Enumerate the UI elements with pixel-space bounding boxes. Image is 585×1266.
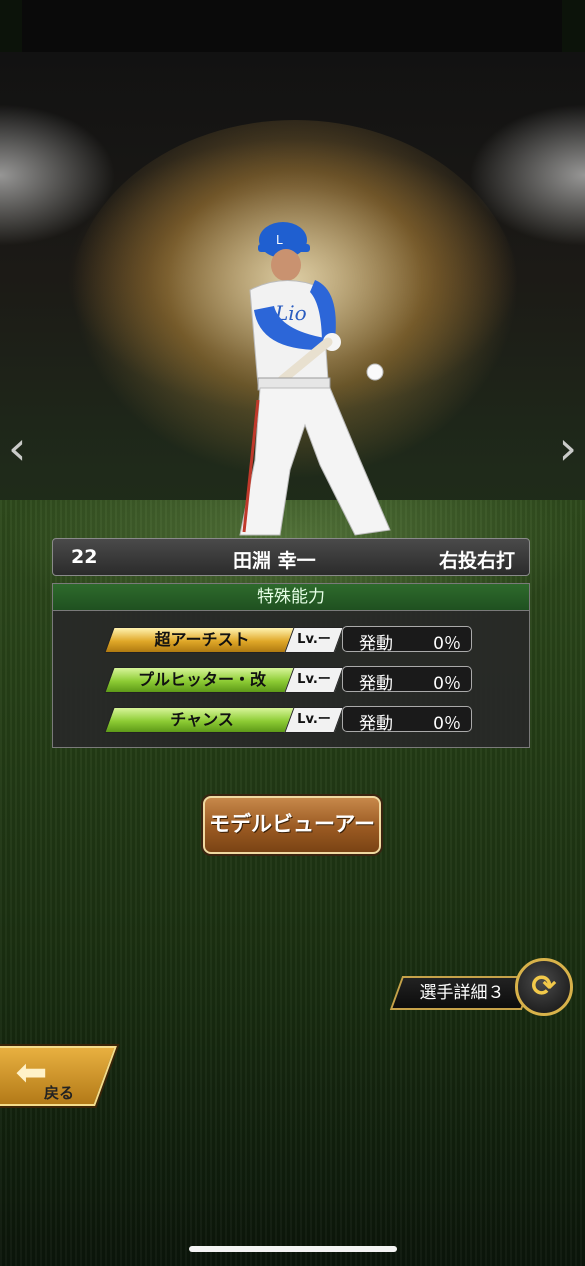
ability-name-tag: チャンス xyxy=(104,707,300,733)
ability-name-tag: 超アーチスト xyxy=(104,627,300,653)
ability-level-text: Lv.ー xyxy=(297,632,331,647)
ability-name: プルヒッター・改 xyxy=(137,670,266,689)
activation-value: 0％ xyxy=(433,714,461,734)
ability-level: Lv.ー xyxy=(284,707,344,733)
chevron-left-icon[interactable]: ‹ xyxy=(8,425,26,471)
player-image: L Lio xyxy=(239,222,391,536)
ability-row[interactable]: プルヒッター・改 Lv.ー 発動 0％ xyxy=(53,666,529,694)
player-handedness: 右投右打 xyxy=(438,550,515,572)
ability-name: 超アーチスト xyxy=(154,630,250,649)
activation-box: 発動 0％ xyxy=(342,666,472,694)
abilities-header: 特殊能力 xyxy=(52,583,530,610)
ability-row[interactable]: 超アーチスト Lv.ー 発動 0％ xyxy=(53,626,529,654)
activation-label: 発動 xyxy=(359,634,393,654)
activation-value: 0％ xyxy=(433,634,461,654)
ability-name: チャンス xyxy=(170,710,234,729)
top-bar xyxy=(22,0,562,52)
activation-label: 発動 xyxy=(359,674,393,694)
model-viewer-button[interactable]: モデルビューアー xyxy=(203,796,381,854)
abilities-panel: 超アーチスト Lv.ー 発動 0％ プルヒッター・改 Lv.ー 発動 0％ チャ… xyxy=(52,610,530,748)
home-indicator[interactable] xyxy=(189,1246,397,1252)
activation-value: 0％ xyxy=(433,674,461,694)
ability-name-tag: プルヒッター・改 xyxy=(104,667,300,693)
activation-box: 発動 0％ xyxy=(342,626,472,654)
cap-logo: L xyxy=(276,233,283,247)
activation-label: 発動 xyxy=(359,714,393,734)
ability-level: Lv.ー xyxy=(284,667,344,693)
player-detail-label: 選手詳細３ xyxy=(419,983,505,1003)
player-name: 田淵 幸一 xyxy=(233,550,316,572)
player-detail-button[interactable]: 選手詳細３ xyxy=(389,976,535,1010)
ability-level: Lv.ー xyxy=(284,627,344,653)
chevron-right-icon[interactable]: › xyxy=(559,425,577,471)
activation-box: 発動 0％ xyxy=(342,706,472,734)
back-arrow-icon: ⬅ xyxy=(15,1050,48,1094)
player-number: 22 xyxy=(71,546,98,568)
ability-level-text: Lv.ー xyxy=(297,712,331,727)
ability-row[interactable]: チャンス Lv.ー 発動 0％ xyxy=(53,706,529,734)
swap-arrows-icon[interactable]: ⟳ xyxy=(515,958,573,1016)
ability-level-text: Lv.ー xyxy=(297,672,331,687)
back-label: 戻る xyxy=(43,1084,75,1102)
player-name-bar: 22 田淵 幸一 右投右打 xyxy=(52,538,530,576)
